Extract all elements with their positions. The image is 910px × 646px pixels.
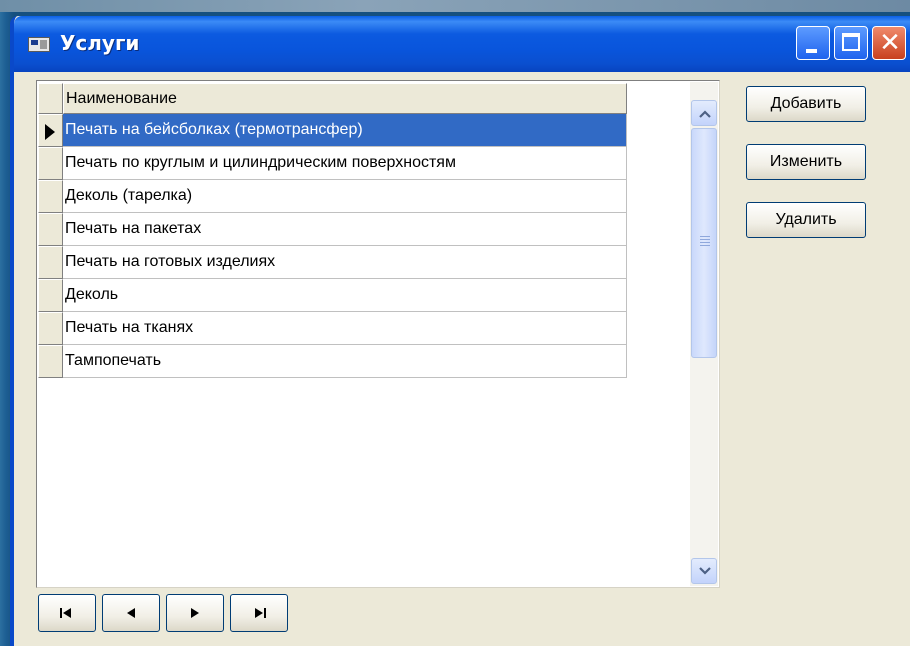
row-cell[interactable]: Печать на бейсболках (термотрансфер) bbox=[63, 114, 627, 147]
table-row[interactable]: Печать на пакетах bbox=[37, 213, 629, 246]
first-record-icon bbox=[60, 608, 71, 618]
scroll-down-button[interactable] bbox=[691, 558, 717, 584]
scroll-up-button[interactable] bbox=[691, 100, 717, 126]
title-bar[interactable]: Услуги ✕ bbox=[14, 16, 910, 72]
edit-button[interactable]: Изменить bbox=[746, 144, 866, 180]
table-row[interactable]: Тампопечать bbox=[37, 345, 629, 378]
chevron-up-icon bbox=[699, 110, 711, 118]
grip-line bbox=[700, 242, 710, 243]
window-title: Услуги bbox=[60, 31, 140, 55]
form-icon bbox=[28, 37, 50, 52]
maximize-button[interactable] bbox=[834, 26, 868, 60]
row-selector[interactable] bbox=[38, 312, 63, 345]
grid-header: Наименование bbox=[37, 81, 629, 114]
chevron-down-icon bbox=[699, 567, 711, 575]
table-row[interactable]: Деколь bbox=[37, 279, 629, 312]
row-cell[interactable]: Печать на пакетах bbox=[63, 213, 627, 246]
row-cell[interactable]: Печать на тканях bbox=[63, 312, 627, 345]
last-record-button[interactable] bbox=[230, 594, 288, 632]
uslugi-dialog: Услуги ✕ Наименование Печать на бейсболк… bbox=[10, 16, 910, 646]
minimize-button[interactable] bbox=[796, 26, 830, 60]
grip-line bbox=[700, 236, 710, 237]
row-cell[interactable]: Печать по круглым и цилиндрическим повер… bbox=[63, 147, 627, 180]
table-row[interactable]: Печать на тканях bbox=[37, 312, 629, 345]
row-cell[interactable]: Деколь bbox=[63, 279, 627, 312]
close-icon: ✕ bbox=[879, 28, 901, 58]
row-cell[interactable]: Деколь (тарелка) bbox=[63, 180, 627, 213]
delete-button[interactable]: Удалить bbox=[746, 202, 866, 238]
grip-line bbox=[700, 239, 710, 240]
add-button[interactable]: Добавить bbox=[746, 86, 866, 122]
header-corner bbox=[38, 83, 63, 114]
next-record-icon bbox=[191, 608, 199, 618]
row-selector[interactable] bbox=[38, 180, 63, 213]
current-record-icon bbox=[45, 124, 55, 140]
table-row[interactable]: Печать по круглым и цилиндрическим повер… bbox=[37, 147, 629, 180]
previous-record-icon bbox=[127, 608, 135, 618]
table-row[interactable]: Печать на бейсболках (термотрансфер) bbox=[37, 114, 629, 147]
next-record-button[interactable] bbox=[166, 594, 224, 632]
row-selector[interactable] bbox=[38, 279, 63, 312]
row-selector[interactable] bbox=[38, 213, 63, 246]
desktop-background bbox=[0, 0, 910, 12]
grip-line bbox=[700, 245, 710, 246]
table-row[interactable]: Печать на готовых изделиях bbox=[37, 246, 629, 279]
row-cell[interactable]: Тампопечать bbox=[63, 345, 627, 378]
column-header-name[interactable]: Наименование bbox=[63, 83, 627, 114]
first-record-button[interactable] bbox=[38, 594, 96, 632]
row-selector[interactable] bbox=[38, 147, 63, 180]
vertical-scrollbar[interactable] bbox=[690, 82, 718, 586]
row-cell[interactable]: Печать на готовых изделиях bbox=[63, 246, 627, 279]
close-button[interactable]: ✕ bbox=[872, 26, 906, 60]
row-selector[interactable] bbox=[38, 345, 63, 378]
table-row[interactable]: Деколь (тарелка) bbox=[37, 180, 629, 213]
previous-record-button[interactable] bbox=[102, 594, 160, 632]
scroll-thumb[interactable] bbox=[691, 128, 717, 358]
row-selector[interactable] bbox=[38, 246, 63, 279]
last-record-icon bbox=[255, 608, 266, 618]
services-grid[interactable]: Наименование Печать на бейсболках (термо… bbox=[36, 80, 720, 588]
row-selector[interactable] bbox=[38, 114, 63, 147]
